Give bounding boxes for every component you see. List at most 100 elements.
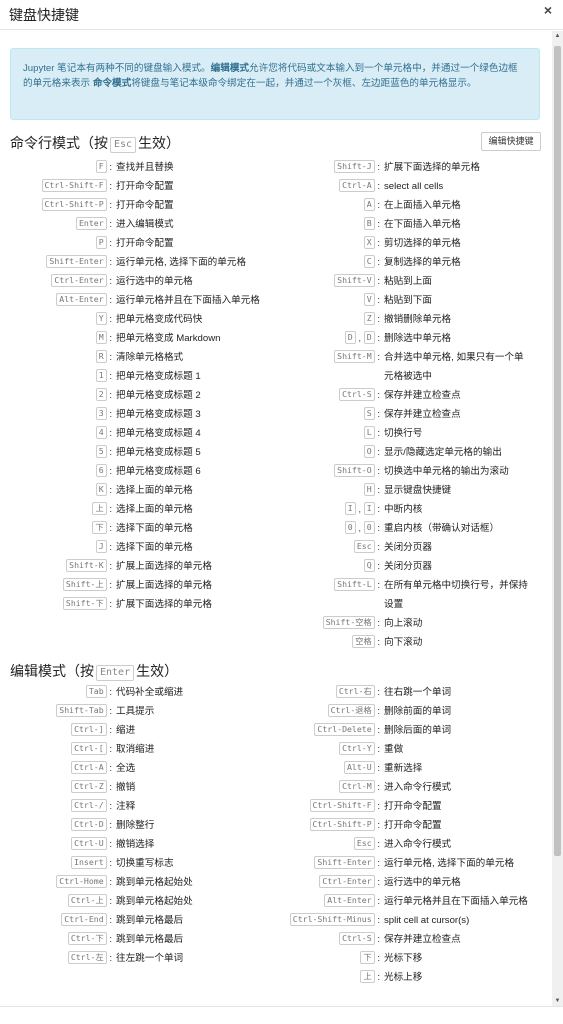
shortcut-description: 关闭分页器 — [384, 542, 432, 553]
key-colon: : — [106, 466, 112, 477]
key-colon: : — [374, 409, 380, 420]
shortcut-row: Tab : 代码补全或缩进 — [0, 683, 265, 702]
shortcut-keys: Ctrl-左 : — [0, 949, 116, 968]
shortcut-key: 上 — [360, 970, 375, 983]
shortcut-keys: 上 : — [268, 968, 384, 987]
shortcut-key: Shift-Enter — [314, 856, 375, 869]
key-colon: : — [106, 485, 112, 496]
key-colon: : — [106, 409, 112, 420]
key-colon: : — [106, 200, 112, 211]
key-colon: : — [374, 637, 380, 648]
shortcut-row: Ctrl-Enter : 运行选中的单元格 — [268, 873, 533, 892]
key-colon: : — [374, 706, 380, 717]
key-colon: : — [106, 877, 112, 888]
shortcut-description: 打开命令配置 — [116, 181, 174, 192]
key-colon: : — [374, 801, 380, 812]
key-colon: : — [374, 972, 380, 983]
shortcut-row: I , I : 中断内核 — [268, 500, 533, 519]
shortcut-keys: Shift-Enter : — [268, 854, 384, 873]
shortcut-row: 下 : 选择下面的单元格 — [0, 519, 265, 538]
shortcut-keys: Z : — [268, 310, 384, 329]
shortcut-description: 打开命令配置 — [384, 801, 442, 812]
shortcut-keys: Shift-Enter : — [0, 253, 116, 272]
shortcut-keys: Esc : — [268, 835, 384, 854]
shortcut-row: Ctrl-D : 删除整行 — [0, 816, 265, 835]
shortcut-description: 往左跳一个单词 — [116, 953, 184, 964]
shortcut-description: 全选 — [116, 763, 136, 774]
shortcut-row: Q : 关闭分页器 — [268, 557, 533, 576]
shortcut-description: 注释 — [116, 801, 136, 812]
shortcut-row: 1 : 把单元格变成标题 1 — [0, 367, 265, 386]
shortcut-description: 光标下移 — [384, 953, 423, 964]
shortcut-key: Shift-Enter — [46, 255, 107, 268]
dialog-title: 键盘快捷键 — [9, 7, 79, 23]
shortcut-description: 重启内核（带确认对话框） — [384, 523, 500, 534]
shortcut-row: Shift-Tab : 工具提示 — [0, 702, 265, 721]
shortcut-row: K : 选择上面的单元格 — [0, 481, 265, 500]
shortcut-row: Ctrl-左 : 往左跳一个单词 — [0, 949, 265, 968]
shortcut-row: Shift-下 : 扩展下面选择的单元格 — [0, 595, 265, 614]
shortcut-keys: Shift-上 : — [0, 576, 116, 595]
shortcut-row: Ctrl-上 : 跳到单元格起始处 — [0, 892, 265, 911]
shortcut-description: 选择上面的单元格 — [116, 485, 193, 496]
shortcut-keys: H : — [268, 481, 384, 500]
key-colon: : — [374, 725, 380, 736]
shortcut-key: L — [363, 426, 375, 439]
shortcut-keys: Enter : — [0, 215, 116, 234]
shortcut-keys: Shift-O : — [268, 462, 384, 481]
scroll-up-icon[interactable]: ▲ — [552, 33, 563, 39]
shortcut-row: 3 : 把单元格变成标题 3 — [0, 405, 265, 424]
shortcut-description: 显示/隐藏选定单元格的输出 — [384, 447, 502, 458]
shortcut-key: C — [363, 255, 375, 268]
shortcut-key: P — [95, 236, 107, 249]
key-colon: : — [374, 687, 380, 698]
shortcut-description: 粘贴到上面 — [384, 276, 432, 287]
shortcut-key: Ctrl-下 — [67, 932, 107, 945]
shortcut-row: Ctrl-A : 全选 — [0, 759, 265, 778]
shortcut-row: S : 保存并建立检查点 — [268, 405, 533, 424]
edit-shortcuts-button[interactable]: 编辑快捷键 — [481, 132, 541, 151]
shortcut-description: 光标上移 — [384, 972, 423, 983]
shortcut-description: 进入命令行模式 — [384, 839, 452, 850]
shortcut-row: Ctrl-] : 缩进 — [0, 721, 265, 740]
shortcut-keys: Ctrl-U : — [0, 835, 116, 854]
shortcut-row: Ctrl-退格 : 删除前面的单词 — [268, 702, 533, 721]
shortcut-key: Ctrl-右 — [335, 685, 375, 698]
shortcut-keys: D , D : — [268, 329, 384, 348]
shortcut-row: Shift-Enter : 运行单元格, 选择下面的单元格 — [268, 854, 533, 873]
shortcut-row: 6 : 把单元格变成标题 6 — [0, 462, 265, 481]
scrollbar-thumb[interactable] — [554, 46, 561, 856]
shortcut-description: 撤销删除单元格 — [384, 314, 452, 325]
shortcut-description: 扩展下面选择的单元格 — [384, 162, 480, 173]
key-colon: : — [106, 934, 112, 945]
shortcut-key: 6 — [95, 464, 107, 477]
shortcut-keys: Ctrl-A : — [268, 177, 384, 196]
dialog-body[interactable]: Jupyter 笔记本有两种不同的键盘输入模式。编辑模式允许您将代码或文本输入到… — [0, 31, 552, 1006]
shortcut-description: 把单元格变成代码快 — [116, 314, 203, 325]
shortcut-keys: Ctrl-Enter : — [0, 272, 116, 291]
shortcut-keys: Ctrl-退格 : — [268, 702, 384, 721]
scroll-down-icon[interactable]: ▼ — [552, 998, 563, 1004]
key-separator: , — [355, 523, 364, 534]
shortcut-key: V — [363, 293, 375, 306]
key-colon: : — [374, 162, 380, 173]
content-scrollbar[interactable]: ▲ ▼ — [552, 31, 563, 1006]
key-colon: : — [374, 744, 380, 755]
key-colon: : — [374, 763, 380, 774]
edit-shortcuts-right: Ctrl-右 : 往右跳一个单词 Ctrl-退格 : 删除前面的单词 Ctrl-Dele… — [268, 683, 533, 987]
shortcut-key: Ctrl-S — [339, 388, 375, 401]
shortcut-description: 进入编辑模式 — [116, 219, 174, 230]
key-colon: : — [106, 763, 112, 774]
shortcut-description: 跳到单元格最后 — [116, 915, 184, 926]
keyboard-shortcuts-dialog: 键盘快捷键 × Jupyter 笔记本有两种不同的键盘输入模式。编辑模式允许您将… — [0, 0, 563, 1024]
key-colon: : — [374, 466, 380, 477]
shortcut-key: K — [95, 483, 107, 496]
shortcut-row: Y : 把单元格变成代码快 — [0, 310, 265, 329]
shortcut-row: Ctrl-S : 保存并建立检查点 — [268, 930, 533, 949]
shortcut-keys: Ctrl-Z : — [0, 778, 116, 797]
close-icon[interactable]: × — [541, 2, 555, 18]
info-edit-mode: 编辑模式 — [210, 63, 250, 74]
key-colon: : — [106, 953, 112, 964]
shortcut-row: R : 清除单元格格式 — [0, 348, 265, 367]
shortcut-description: 切换行号 — [384, 428, 423, 439]
